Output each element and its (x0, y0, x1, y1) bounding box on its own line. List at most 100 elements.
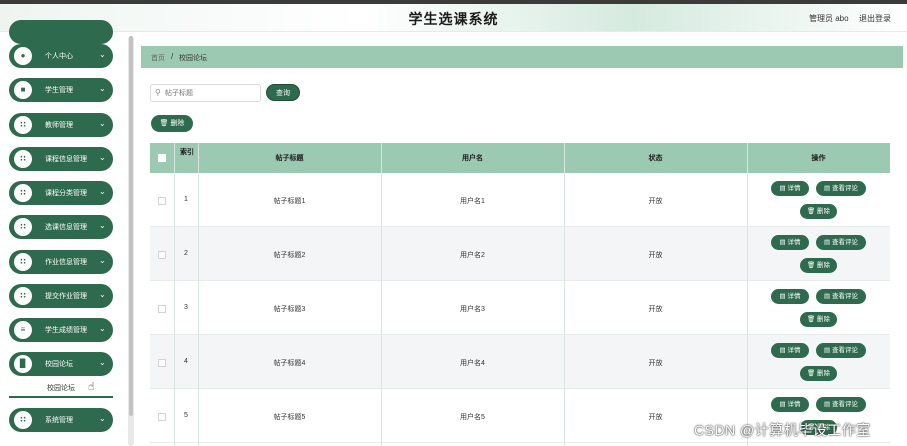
header-status[interactable]: 状态 (564, 153, 747, 163)
select-all-checkbox[interactable] (158, 154, 166, 162)
row-checkbox[interactable] (158, 251, 166, 259)
column-divider (174, 143, 175, 446)
header-title: 帖子标题 (275, 155, 304, 162)
chevron-down-icon: ⌄ (99, 153, 106, 162)
sidebar: ● 个人中心 ⌄ ■ 学生管理 ⌄ ∷ 教师管理 ⌄ ∷ 课程信息管理 ⌄ ∷ … (0, 20, 135, 446)
row-index: 3 (184, 304, 188, 311)
bulk-delete-button[interactable]: 🗑 删除 (151, 115, 193, 132)
row-checkbox[interactable] (158, 359, 166, 367)
sidebar-item-course-category[interactable]: ∷ 课程分类管理 ⌄ (9, 181, 113, 205)
sidebar-item-students[interactable]: ■ 学生管理 ⌄ (9, 78, 113, 102)
row-checkbox[interactable] (158, 197, 166, 205)
chevron-down-icon: ⌄ (99, 50, 106, 59)
chevron-down-icon: ⌄ (99, 358, 106, 367)
header-index: 索引 (180, 149, 194, 156)
view-comments-button[interactable]: ▤ 查看评论 (816, 397, 866, 412)
sidebar-item-profile[interactable]: ● 个人中心 ⌄ (9, 44, 113, 68)
sidebar-item-label: 学生成绩管理 (45, 327, 87, 334)
sidebar-item-label: 校园论坛 (45, 361, 73, 368)
sidebar-item-teachers[interactable]: ∷ 教师管理 ⌄ (9, 113, 113, 137)
forum-table: 索引 帖子标题 用户名 状态 操作 1 帖子标题1 用户名1 开放 ▤ 详情 ▤ 查看评论… (150, 143, 890, 446)
search-icon: ⚲ (155, 88, 161, 97)
document-icon: ▤ (824, 239, 832, 246)
grid-icon: ∷ (14, 287, 32, 305)
sidebar-item-system[interactable]: ∷ 系统管理 ⌄ (9, 408, 113, 432)
bulk-delete-label: 删除 (170, 120, 185, 127)
sidebar-item-label: 课程分类管理 (45, 190, 87, 197)
detail-button[interactable]: ▤ 详情 (771, 343, 809, 358)
grid-icon: ∷ (14, 253, 32, 271)
trash-icon: 🗑 (806, 208, 818, 215)
view-comments-button[interactable]: ▤ 查看评论 (816, 289, 866, 304)
row-delete-button[interactable]: 🗑 删除 (800, 204, 837, 219)
sidebar-item-label: 学生管理 (45, 87, 73, 94)
row-index: 4 (184, 358, 188, 365)
header-user: 用户名 (462, 155, 483, 162)
row-title: 帖子标题2 (273, 252, 306, 259)
detail-button[interactable]: ▤ 详情 (771, 181, 809, 196)
sidebar-item-course-info[interactable]: ∷ 课程信息管理 ⌄ (9, 147, 113, 171)
column-divider (564, 143, 565, 446)
row-delete-button[interactable]: 🗑 删除 (800, 366, 837, 381)
trash-icon: 🗑 (806, 262, 818, 269)
detail-button[interactable]: ▤ 详情 (771, 235, 809, 250)
admin-label: 管理员 abo (809, 14, 849, 23)
row-title: 帖子标题5 (273, 414, 306, 421)
row-status: 开放 (648, 306, 663, 313)
chevron-down-icon: ⌄ (99, 256, 106, 265)
row-title: 帖子标题3 (273, 306, 306, 313)
sidebar-item-top-partial[interactable] (9, 20, 113, 44)
chevron-down-icon: ⌄ (99, 414, 106, 423)
sidebar-item-grades[interactable]: ≡ 学生成绩管理 ⌄ (9, 318, 113, 342)
sidebar-scrollbar-thumb[interactable] (129, 36, 133, 416)
breadcrumb-home[interactable]: 首页 (151, 53, 165, 63)
column-divider (747, 143, 748, 446)
detail-button[interactable]: ▤ 详情 (771, 289, 809, 304)
table-row: 1 帖子标题1 用户名1 开放 ▤ 详情 ▤ 查看评论 🗑 删除 (150, 173, 890, 227)
sidebar-item-homework[interactable]: ∷ 作业信息管理 ⌄ (9, 250, 113, 274)
row-index: 5 (184, 412, 188, 419)
row-delete-label: 删除 (817, 370, 831, 377)
sidebar-item-forum[interactable]: ▉ 校园论坛 ⌄ (9, 352, 113, 376)
pointer-cursor-icon: ☝ (88, 381, 95, 393)
row-delete-label: 删除 (817, 316, 831, 323)
view-comments-button[interactable]: ▤ 查看评论 (816, 343, 866, 358)
sidebar-subitem-forum[interactable]: 校园论坛 (9, 378, 113, 398)
column-divider (381, 143, 382, 446)
detail-button[interactable]: ▤ 详情 (771, 397, 809, 412)
row-status: 开放 (648, 198, 663, 205)
detail-label: 详情 (787, 185, 801, 192)
view-comments-label: 查看评论 (831, 185, 858, 192)
logout-link[interactable]: 退出登录 (859, 13, 891, 24)
search-input[interactable] (165, 87, 257, 99)
breadcrumb-current: 校园论坛 (179, 55, 207, 62)
view-comments-label: 查看评论 (831, 293, 858, 300)
trash-icon: 🗑 (159, 120, 169, 127)
detail-label: 详情 (787, 239, 801, 246)
row-checkbox[interactable] (158, 305, 166, 313)
row-title: 帖子标题1 (273, 198, 306, 205)
user-icon: ● (14, 47, 32, 65)
chevron-down-icon: ⌄ (99, 119, 106, 128)
row-index: 2 (184, 250, 188, 257)
view-comments-button[interactable]: ▤ 查看评论 (816, 235, 866, 250)
row-delete-button[interactable]: 🗑 删除 (800, 312, 837, 327)
query-button[interactable]: 查询 (266, 84, 300, 101)
grid-icon: ∷ (14, 150, 32, 168)
document-icon: ▤ (824, 185, 832, 192)
grid-icon: ∷ (14, 116, 32, 134)
sidebar-item-submissions[interactable]: ∷ 提交作业管理 ⌄ (9, 284, 113, 308)
sidebar-item-label: 系统管理 (45, 417, 73, 424)
sidebar-item-enrollment[interactable]: ∷ 选课信息管理 ⌄ (9, 215, 113, 239)
grid-icon: ∷ (14, 411, 32, 429)
view-comments-button[interactable]: ▤ 查看评论 (816, 181, 866, 196)
row-delete-button[interactable]: 🗑 删除 (800, 258, 837, 273)
view-comments-label: 查看评论 (831, 239, 858, 246)
detail-label: 详情 (787, 401, 801, 408)
sidebar-item-label: 个人中心 (45, 53, 73, 60)
document-icon: ▤ (824, 347, 832, 354)
watermark-text: CSDN @计算机毕设工作室 (694, 422, 871, 438)
column-divider (198, 143, 199, 446)
row-checkbox[interactable] (158, 413, 166, 421)
table-row: 2 帖子标题2 用户名2 开放 ▤ 详情 ▤ 查看评论 🗑 删除 (150, 227, 890, 281)
